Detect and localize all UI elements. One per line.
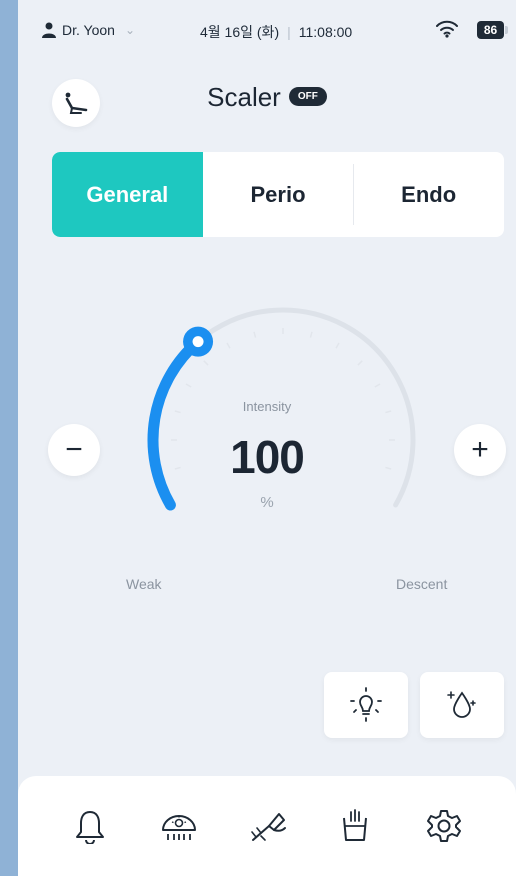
water-drop-icon <box>447 691 476 718</box>
status-bar: Dr. Yoon ⌄ 4월 16일 (화) | 11:08:00 86 <box>18 0 516 62</box>
light-bulb-icon <box>350 687 382 722</box>
gauge-tick <box>335 342 340 349</box>
date-time: 4월 16일 (화) | 11:08:00 <box>200 22 352 42</box>
cup-icon <box>343 809 368 841</box>
tab-endo[interactable]: Endo <box>353 152 504 237</box>
date-text: 4월 16일 (화) <box>200 24 280 40</box>
light-toggle-button[interactable] <box>324 672 408 738</box>
gauge-tick <box>357 360 363 366</box>
time-text: 11:08:00 <box>298 24 353 40</box>
gauge-knob-center <box>192 336 204 348</box>
gauge-tick <box>226 342 231 349</box>
divider: | <box>287 24 291 40</box>
mode-tabs: General Perio Endo <box>52 152 504 237</box>
bottom-nav <box>18 776 516 876</box>
gauge-tick <box>185 383 192 388</box>
gauge-tick <box>374 383 381 388</box>
device-screen: Dr. Yoon ⌄ 4월 16일 (화) | 11:08:00 86 Scal… <box>18 0 516 876</box>
min-label: Weak <box>126 576 162 592</box>
gauge-tick <box>203 360 209 366</box>
nav-cup[interactable] <box>331 802 379 850</box>
max-label: Descent <box>396 576 448 592</box>
scaler-icon <box>251 813 286 841</box>
nav-notifications[interactable] <box>66 802 114 850</box>
nav-settings[interactable] <box>420 802 468 850</box>
gauge-tick <box>309 331 313 338</box>
user-menu[interactable]: Dr. Yoon ⌄ <box>42 22 135 38</box>
gauge-tick <box>253 331 257 338</box>
page-title: Scaler OFF <box>18 82 516 113</box>
nav-lamp[interactable] <box>155 802 203 850</box>
wifi-icon <box>436 20 458 38</box>
status-badge[interactable]: OFF <box>288 86 327 106</box>
bell-icon <box>76 811 105 844</box>
title-text: Scaler <box>207 82 281 112</box>
user-name: Dr. Yoon <box>62 22 115 38</box>
intensity-unit: % <box>260 494 274 511</box>
increase-button[interactable]: + <box>454 424 506 476</box>
decrease-button[interactable]: − <box>48 424 100 476</box>
lamp-icon <box>161 815 196 840</box>
water-toggle-button[interactable] <box>420 672 504 738</box>
nav-scaler[interactable] <box>243 802 291 850</box>
person-icon <box>42 22 56 38</box>
intensity-label: Intensity <box>242 399 292 414</box>
battery-indicator: 86 <box>477 21 508 39</box>
tab-general[interactable]: General <box>52 152 203 237</box>
tab-perio[interactable]: Perio <box>203 152 354 237</box>
settings-icon <box>426 810 461 842</box>
chevron-down-icon: ⌄ <box>124 23 135 37</box>
